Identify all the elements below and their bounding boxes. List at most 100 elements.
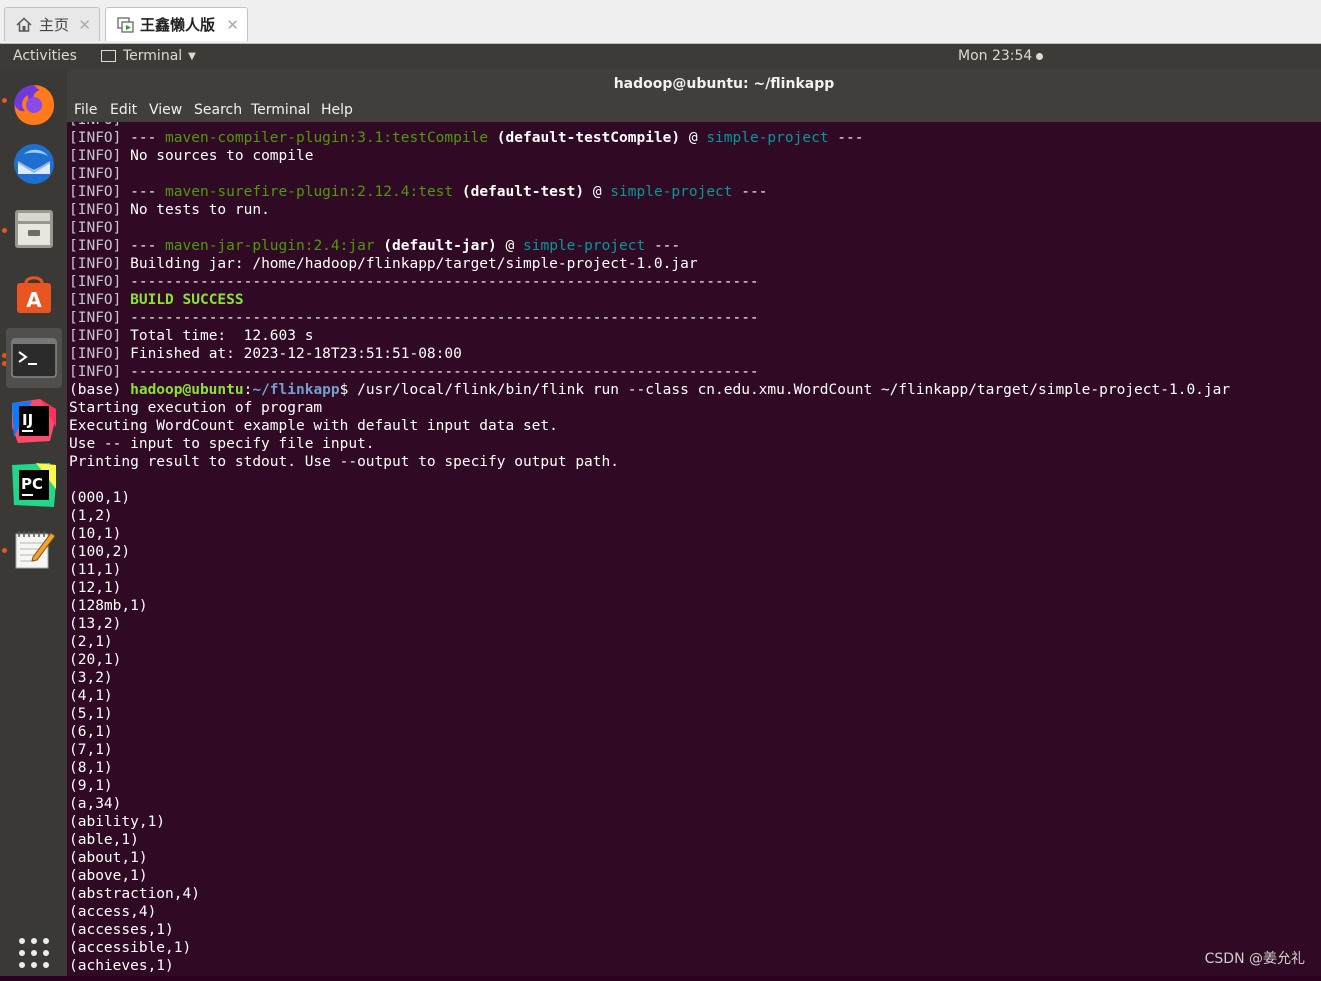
terminal-text: (4,1) <box>69 688 113 704</box>
terminal-text: Use -- input to specify file input. <box>69 436 375 452</box>
terminal-line: (12,1) <box>69 579 1230 597</box>
menu-search[interactable]: Search <box>194 102 242 118</box>
close-icon[interactable]: ✕ <box>226 16 239 34</box>
terminal-line: [INFO] No sources to compile <box>69 147 1230 165</box>
terminal-text: No tests to run. <box>121 202 270 218</box>
window-titlebar[interactable]: hadoop@ubuntu: ~/flinkapp <box>67 70 1321 100</box>
app-menu-button[interactable]: Terminal ▼ <box>101 48 196 64</box>
clock-text: Mon 23:54 <box>958 48 1033 64</box>
menu-edit[interactable]: Edit <box>110 102 137 118</box>
terminal-text: simple-project <box>706 130 829 146</box>
terminal-text: --- <box>732 184 768 200</box>
top-bar: Activities Terminal ▼ Mon 23:54 <box>0 44 1321 70</box>
terminal-line: [INFO] Finished at: 2023-12-18T23:51:51-… <box>69 345 1230 363</box>
terminal-text: (11,1) <box>69 562 122 578</box>
terminal-line: [INFO] <box>69 165 1230 183</box>
terminal-lines: [INFO][INFO] --- maven-compiler-plugin:3… <box>69 122 1230 975</box>
terminal-line: (able,1) <box>69 831 1230 849</box>
vm-tab-label: 主页 <box>39 16 70 34</box>
firefox-icon[interactable] <box>6 76 62 132</box>
terminal-line: (8,1) <box>69 759 1230 777</box>
terminal-text: ----------------------------------------… <box>121 364 759 380</box>
terminal-line: (5,1) <box>69 705 1230 723</box>
terminal-text: [INFO] <box>69 346 122 362</box>
terminal-text: (128mb,1) <box>69 598 148 614</box>
vm-tab-home[interactable]: 主页 ✕ <box>4 7 100 41</box>
show-applications-icon[interactable] <box>6 925 62 981</box>
terminal-line: [INFO] No tests to run. <box>69 201 1230 219</box>
terminal-line: (13,2) <box>69 615 1230 633</box>
terminal-text: --- <box>828 130 864 146</box>
menu-file[interactable]: File <box>74 102 97 118</box>
terminal-line: [INFO] --- maven-jar-plugin:2.4:jar (def… <box>69 237 1230 255</box>
clock-button[interactable]: Mon 23:54 <box>958 48 1044 64</box>
terminal-line: (4,1) <box>69 687 1230 705</box>
terminal-text: maven-compiler-plugin:3.1:testCompile <box>165 130 489 146</box>
files-icon[interactable] <box>6 201 62 257</box>
terminal-text: (achieves,1) <box>69 958 174 974</box>
terminal-text: maven-surefire-plugin:2.12.4:test <box>165 184 454 200</box>
menu-help[interactable]: Help <box>321 102 353 118</box>
app-name: Terminal <box>123 48 183 64</box>
svg-text:PC: PC <box>21 475 43 493</box>
watermark: CSDN @姜允礼 <box>1204 951 1305 967</box>
terminal-line: [INFO] Building jar: /home/hadoop/flinka… <box>69 255 1230 273</box>
terminal-text: @ <box>496 238 523 254</box>
thunderbird-icon[interactable] <box>6 136 62 192</box>
terminal-text: Printing result to stdout. Use --output … <box>69 454 619 470</box>
terminal-text: ----------------------------------------… <box>121 310 759 326</box>
activities-button[interactable]: Activities <box>13 48 77 64</box>
terminal-icon[interactable] <box>6 328 62 388</box>
terminal-text: (2,1) <box>69 634 113 650</box>
terminal-text: [INFO] <box>69 292 122 308</box>
terminal-text: (9,1) <box>69 778 113 794</box>
vm-tab-bar: 主页 ✕ 王鑫懒人版 ✕ <box>0 0 1321 44</box>
vm-icon <box>116 16 134 33</box>
terminal-text: [INFO] <box>69 256 122 272</box>
terminal-text: (ability,1) <box>69 814 166 830</box>
terminal-text: @ <box>584 184 611 200</box>
close-icon[interactable]: ✕ <box>78 16 91 34</box>
terminal-line: (9,1) <box>69 777 1230 795</box>
terminal-line: (2,1) <box>69 633 1230 651</box>
terminal-text: simple-project <box>523 238 646 254</box>
terminal-text: Starting execution of program <box>69 400 323 416</box>
menu-terminal[interactable]: Terminal <box>251 102 310 118</box>
terminal-text: (6,1) <box>69 724 113 740</box>
terminal-text: --- <box>121 238 166 254</box>
terminal-text: [INFO] <box>69 148 122 164</box>
terminal-text: (8,1) <box>69 760 113 776</box>
terminal-output[interactable]: [INFO][INFO] --- maven-compiler-plugin:3… <box>67 122 1321 976</box>
terminal-text: [INFO] <box>69 202 122 218</box>
terminal-text: $ /usr/local/flink/bin/flink run --class… <box>339 382 1231 398</box>
home-icon <box>15 17 33 33</box>
terminal-text: (about,1) <box>69 850 148 866</box>
vm-tab-label: 王鑫懒人版 <box>140 16 216 34</box>
terminal-text: [INFO] <box>69 310 122 326</box>
vm-tab-vm[interactable]: 王鑫懒人版 ✕ <box>105 7 248 41</box>
pycharm-icon[interactable]: PC <box>6 457 62 513</box>
terminal-text: [INFO] <box>69 274 122 290</box>
terminal-line: Use -- input to specify file input. <box>69 435 1230 453</box>
terminal-line: [INFO] <box>69 219 1230 237</box>
terminal-line: (accessible,1) <box>69 939 1230 957</box>
terminal-line: [INFO] BUILD SUCCESS <box>69 291 1230 309</box>
terminal-text: simple-project <box>610 184 733 200</box>
software-center-icon[interactable]: A <box>6 266 62 322</box>
terminal-line: (7,1) <box>69 741 1230 759</box>
terminal-text: ----------------------------------------… <box>121 274 759 290</box>
svg-text:IJ: IJ <box>22 411 33 429</box>
text-editor-icon[interactable] <box>6 520 62 576</box>
terminal-line: (10,1) <box>69 525 1230 543</box>
terminal-text: (12,1) <box>69 580 122 596</box>
terminal-small-icon <box>101 50 116 62</box>
menu-view[interactable]: View <box>149 102 182 118</box>
terminal-text: [INFO] <box>69 130 122 146</box>
intellij-idea-icon[interactable]: IJ <box>6 393 62 449</box>
terminal-text: (10,1) <box>69 526 122 542</box>
